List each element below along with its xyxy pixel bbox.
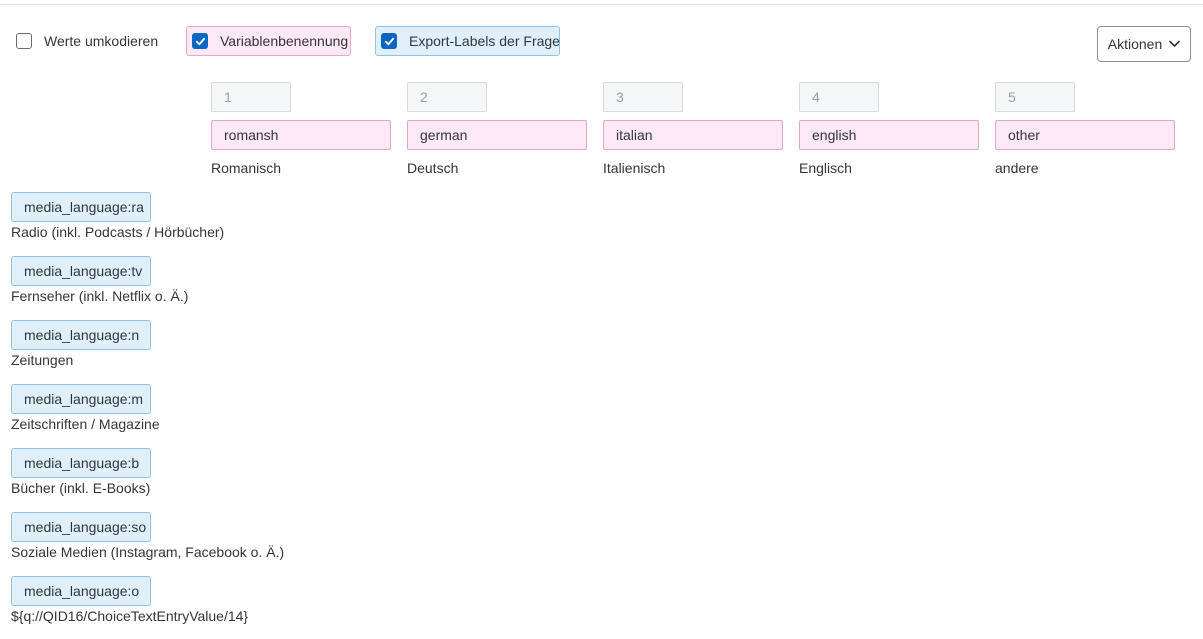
column-code-field[interactable]: english xyxy=(799,120,979,150)
column-code-field[interactable]: italian xyxy=(603,120,783,150)
top-divider xyxy=(0,4,1203,5)
column-number-field[interactable]: 5 xyxy=(995,82,1075,112)
row-label: Fernseher (inkl. Netflix o. Ä.) xyxy=(11,288,189,304)
row-label: ${q://QID16/ChoiceTextEntryValue/14} xyxy=(11,608,249,624)
variable-naming-checkbox[interactable] xyxy=(192,33,208,49)
column-number-field[interactable]: 1 xyxy=(211,82,291,112)
export-labels-label: Export-Labels der Frage xyxy=(409,33,560,49)
row-variable-field[interactable]: media_language:o xyxy=(11,576,151,606)
column-code-field[interactable]: german xyxy=(407,120,587,150)
checkmark-icon xyxy=(384,37,394,45)
row-label: Zeitschriften / Magazine xyxy=(11,416,160,432)
export-labels-option[interactable]: Export-Labels der Frage xyxy=(375,26,560,56)
column-code-field[interactable]: romansh xyxy=(211,120,391,150)
row-variable-field[interactable]: media_language:ra xyxy=(11,192,151,222)
column-label: Italienisch xyxy=(603,160,666,176)
actions-button[interactable]: Aktionen xyxy=(1097,26,1191,62)
row-variable-field[interactable]: media_language:n xyxy=(11,320,151,350)
recode-values-label: Werte umkodieren xyxy=(44,33,159,49)
row-label: Bücher (inkl. E-Books) xyxy=(11,480,151,496)
column-label: Englisch xyxy=(799,160,852,176)
column-code-field[interactable]: other xyxy=(995,120,1175,150)
recode-values-option[interactable]: Werte umkodieren xyxy=(8,26,168,56)
column-label: Deutsch xyxy=(407,160,459,176)
row-label: Soziale Medien (Instagram, Facebook o. Ä… xyxy=(11,544,285,560)
row-variable-field[interactable]: media_language:so xyxy=(11,512,151,542)
row-variable-field[interactable]: media_language:tv xyxy=(11,256,151,286)
column-label: andere xyxy=(995,160,1039,176)
variable-naming-option[interactable]: Variablenbenennung xyxy=(186,26,351,56)
row-label: Zeitungen xyxy=(11,352,74,368)
row-variable-field[interactable]: media_language:m xyxy=(11,384,151,414)
chevron-down-icon xyxy=(1169,40,1181,47)
column-number-field[interactable]: 3 xyxy=(603,82,683,112)
actions-label: Aktionen xyxy=(1107,36,1163,52)
checkmark-icon xyxy=(195,37,205,45)
column-label: Romanisch xyxy=(211,160,282,176)
row-label: Radio (inkl. Podcasts / Hörbücher) xyxy=(11,224,225,240)
column-number-field[interactable]: 4 xyxy=(799,82,879,112)
row-variable-field[interactable]: media_language:b xyxy=(11,448,151,478)
recode-values-checkbox[interactable] xyxy=(16,33,32,49)
export-labels-checkbox[interactable] xyxy=(381,33,397,49)
variable-naming-label: Variablenbenennung xyxy=(220,33,349,49)
column-number-field[interactable]: 2 xyxy=(407,82,487,112)
